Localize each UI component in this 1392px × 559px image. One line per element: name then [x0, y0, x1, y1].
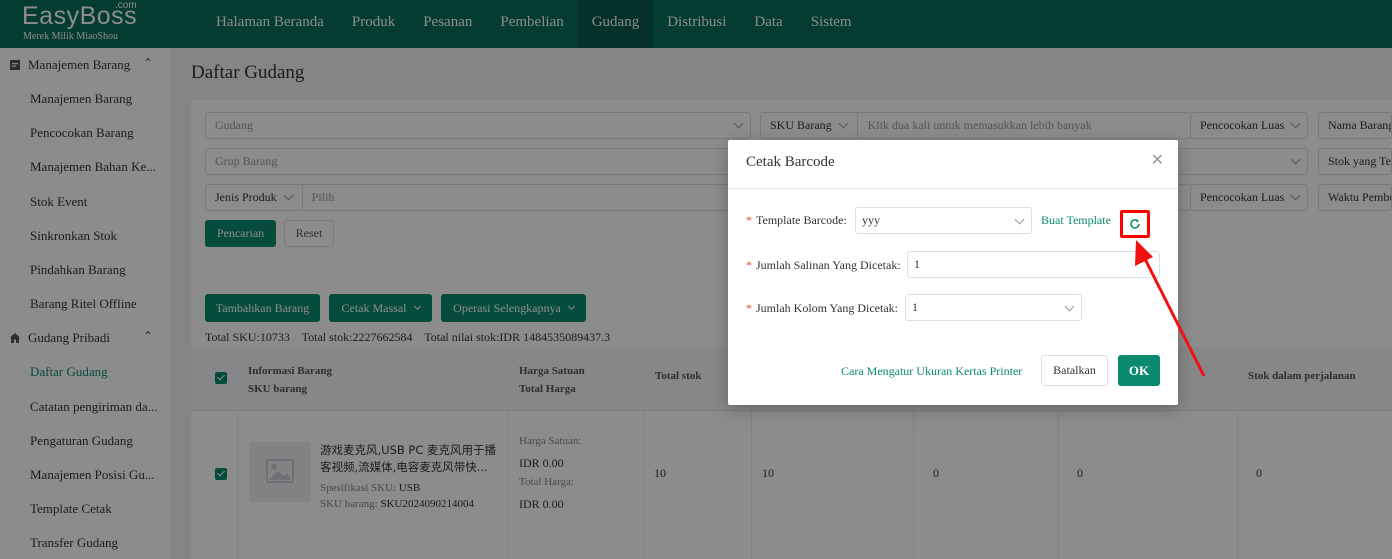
- refresh-highlight[interactable]: [1120, 210, 1150, 238]
- copies-label: * Jumlah Salinan Yang Dicetak:: [746, 258, 901, 272]
- copies-input[interactable]: 1: [907, 251, 1160, 278]
- dialog-divider: [728, 188, 1178, 189]
- close-icon[interactable]: ✕: [1151, 150, 1164, 169]
- refresh-icon: [1130, 219, 1140, 229]
- print-barcode-dialog: Cetak Barcode ✕ * Template Barcode: yyy B…: [728, 140, 1178, 405]
- ok-button[interactable]: OK: [1118, 355, 1160, 386]
- chevron-down-icon: [1064, 301, 1075, 312]
- modal-backdrop[interactable]: [0, 0, 1392, 559]
- cancel-button[interactable]: Batalkan: [1041, 355, 1108, 386]
- template-select[interactable]: yyy: [855, 207, 1032, 234]
- chevron-down-icon: [1014, 214, 1025, 225]
- paper-size-help-link[interactable]: Cara Mengatur Ukuran Kertas Printer: [841, 364, 1022, 379]
- columns-label: * Jumlah Kolom Yang Dicetak:: [746, 301, 898, 315]
- columns-select[interactable]: 1: [905, 294, 1082, 321]
- template-label: * Template Barcode:: [746, 213, 847, 227]
- dialog-title: Cetak Barcode: [746, 154, 835, 170]
- create-template-link[interactable]: Buat Template: [1041, 213, 1111, 228]
